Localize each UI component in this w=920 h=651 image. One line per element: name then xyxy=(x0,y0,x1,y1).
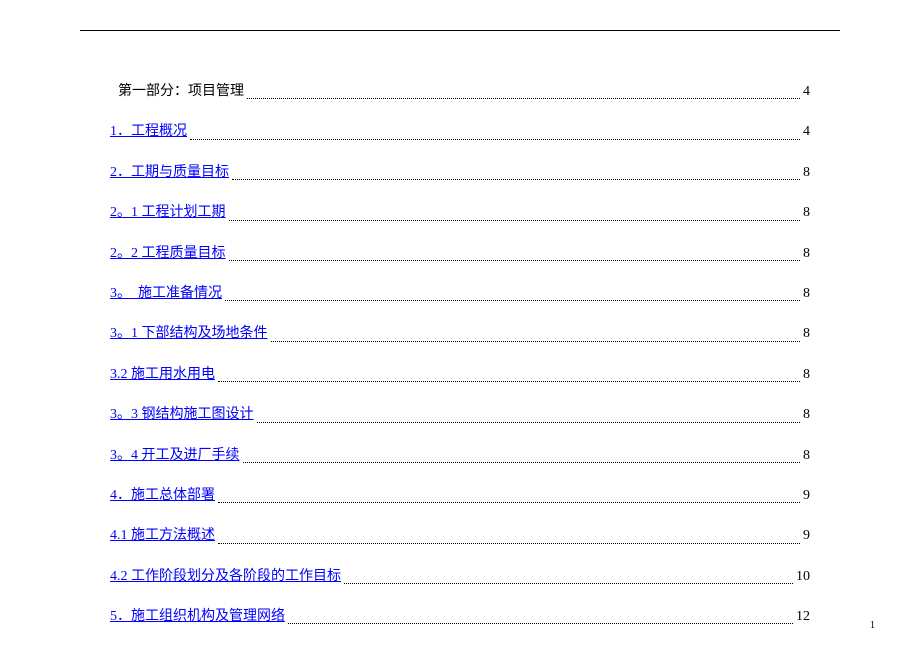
toc-leader-dots xyxy=(344,583,793,584)
toc-entry: 2．工期与质量目标 8 xyxy=(110,162,810,184)
toc-link[interactable]: 2．工期与质量目标 xyxy=(110,162,229,184)
toc-page-number: 8 xyxy=(803,162,810,184)
toc-leader-dots xyxy=(225,300,800,301)
toc-link[interactable]: 5．施工组织机构及管理网络 xyxy=(110,606,285,628)
toc-leader-dots xyxy=(288,623,793,624)
toc-leader-dots xyxy=(218,502,800,503)
toc-leader-dots xyxy=(190,139,800,140)
toc-leader-dots xyxy=(218,543,800,544)
toc-entry: 5．施工组织机构及管理网络 12 xyxy=(110,606,810,628)
toc-page-number: 8 xyxy=(803,445,810,467)
toc-link[interactable]: 4．施工总体部署 xyxy=(110,485,215,507)
toc-entry: 第一部分：项目管理 4 xyxy=(118,81,810,103)
toc-leader-dots xyxy=(247,98,800,99)
toc-entry: 3。 施工准备情况 8 xyxy=(110,283,810,305)
toc-link[interactable]: 4.2 工作阶段划分及各阶段的工作目标 xyxy=(110,566,341,588)
toc-leader-dots xyxy=(232,179,800,180)
toc-page-number: 8 xyxy=(803,202,810,224)
toc-link[interactable]: 3.2 施工用水用电 xyxy=(110,364,215,386)
toc-link[interactable]: 3。 施工准备情况 xyxy=(110,283,222,305)
toc-page-number: 8 xyxy=(803,364,810,386)
toc-link: 第一部分：项目管理 xyxy=(118,81,244,103)
toc-leader-dots xyxy=(218,381,800,382)
toc-link[interactable]: 3。3 钢结构施工图设计 xyxy=(110,404,254,426)
toc-link[interactable]: 3。4 开工及进厂手续 xyxy=(110,445,240,467)
toc-entry: 2。1 工程计划工期 8 xyxy=(110,202,810,224)
toc-leader-dots xyxy=(257,422,801,423)
table-of-contents: 第一部分：项目管理41．工程概况42．工期与质量目标82。1 工程计划工期82。… xyxy=(110,81,810,628)
toc-entry: 3。1 下部结构及场地条件 8 xyxy=(110,323,810,345)
toc-page-number: 8 xyxy=(803,323,810,345)
page-container: 第一部分：项目管理41．工程概况42．工期与质量目标82。1 工程计划工期82。… xyxy=(0,0,920,628)
toc-entry: 4.2 工作阶段划分及各阶段的工作目标 10 xyxy=(110,566,810,588)
toc-page-number: 9 xyxy=(803,525,810,547)
toc-page-number: 4 xyxy=(803,81,810,103)
toc-page-number: 4 xyxy=(803,121,810,143)
horizontal-rule xyxy=(80,30,840,31)
toc-link[interactable]: 2。1 工程计划工期 xyxy=(110,202,226,224)
toc-page-number: 8 xyxy=(803,404,810,426)
toc-link[interactable]: 3。1 下部结构及场地条件 xyxy=(110,323,268,345)
toc-page-number: 12 xyxy=(796,606,810,628)
toc-entry: 1．工程概况 4 xyxy=(110,121,810,143)
toc-link[interactable]: 4.1 施工方法概述 xyxy=(110,525,215,547)
toc-entry: 2。2 工程质量目标 8 xyxy=(110,243,810,265)
toc-entry: 3。3 钢结构施工图设计 8 xyxy=(110,404,810,426)
toc-leader-dots xyxy=(271,341,801,342)
toc-entry: 4．施工总体部署 9 xyxy=(110,485,810,507)
toc-page-number: 8 xyxy=(803,243,810,265)
toc-page-number: 10 xyxy=(796,566,810,588)
toc-entry: 4.1 施工方法概述 9 xyxy=(110,525,810,547)
toc-entry: 3。4 开工及进厂手续 8 xyxy=(110,445,810,467)
toc-page-number: 9 xyxy=(803,485,810,507)
toc-leader-dots xyxy=(243,462,801,463)
toc-page-number: 8 xyxy=(803,283,810,305)
toc-leader-dots xyxy=(229,220,801,221)
toc-link[interactable]: 2。2 工程质量目标 xyxy=(110,243,226,265)
toc-link[interactable]: 1．工程概况 xyxy=(110,121,187,143)
toc-leader-dots xyxy=(229,260,801,261)
toc-entry: 3.2 施工用水用电 8 xyxy=(110,364,810,386)
page-number: 1 xyxy=(870,620,875,631)
